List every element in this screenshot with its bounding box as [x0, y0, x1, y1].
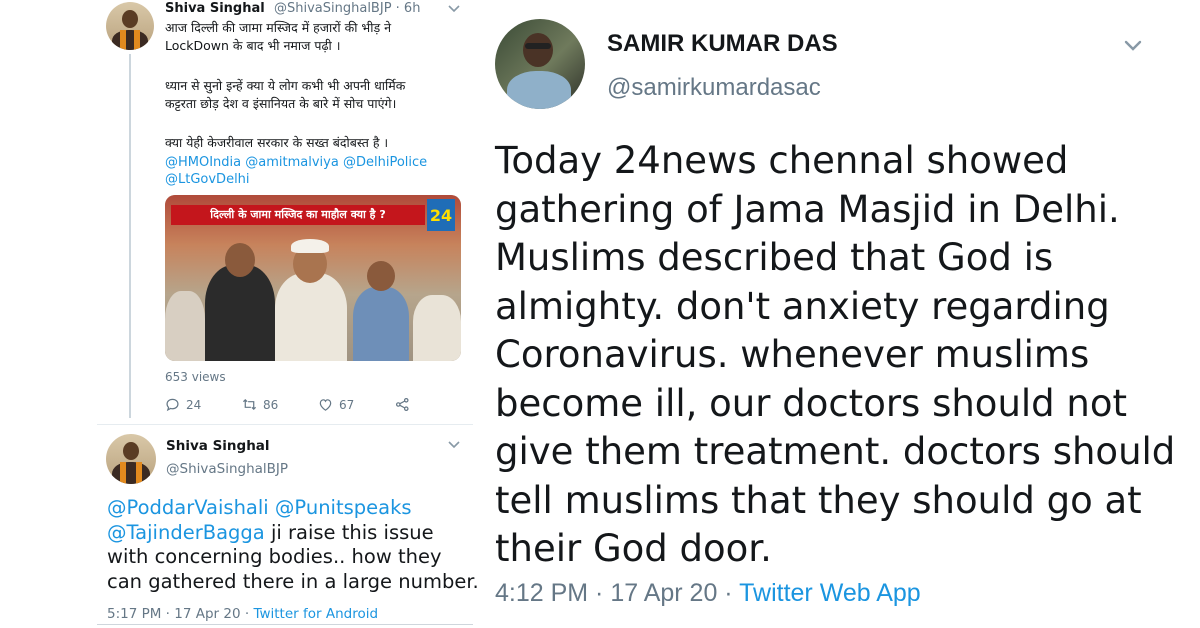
author-handle[interactable]: @samirkumardasac [607, 74, 821, 102]
reply-button[interactable]: 24 [165, 397, 201, 412]
chevron-down-icon[interactable] [1118, 30, 1148, 60]
tweet-text-line: become ill, our doctors should not [495, 381, 1128, 425]
tweet-text-line: LockDown के बाद भी नमाज पढ़ी । [165, 38, 341, 53]
share-icon [395, 397, 409, 412]
tweet-divider [97, 424, 473, 425]
avatar[interactable] [495, 19, 585, 109]
tweet-text-line: can gathered there in a large number. [107, 569, 479, 593]
author-handle[interactable]: @ShivaSinghalBJP [166, 461, 288, 477]
retweet-button[interactable]: 86 [242, 397, 278, 412]
tweet-meta: 4:12 PM · 17 Apr 20 · Twitter Web App [495, 579, 921, 608]
tweet-meta: 5:17 PM · 17 Apr 20 · Twitter for Androi… [107, 606, 378, 622]
avatar[interactable] [106, 2, 154, 50]
tweet-text-line: क्या येही केजरीवाल सरकार के सख्त बंदोबस्… [165, 135, 389, 150]
video-thumbnail[interactable]: दिल्ली के जामा मस्जिद का माहौल क्या है ?… [165, 195, 461, 361]
retweet-icon [242, 398, 257, 411]
tweet-text-line: Muslims described that God is [495, 236, 1054, 279]
view-count: 653 views [165, 370, 226, 384]
chevron-down-icon[interactable] [448, 2, 460, 16]
chevron-down-icon[interactable] [448, 438, 460, 452]
mention-link[interactable]: @HMOIndia [165, 155, 241, 170]
mentions: @HMOIndia @amitmalviya @DelhiPolice @LtG… [165, 154, 455, 188]
mention-link[interactable]: @amitmalviya [245, 155, 339, 170]
mention-link[interactable]: @LtGovDelhi [165, 172, 250, 187]
tweet-text-fragment: ji raise this issue [270, 520, 434, 544]
tweet-text: @PoddarVaishali @Punitspeaks @TajinderBa… [107, 496, 479, 594]
tweet-text-line: कट्टरता छोड़ देश व इंसानियत के बारे में … [165, 96, 397, 111]
tweet-text-line: Coronavirus. whenever muslims [495, 333, 1090, 376]
channel-logo: 24 [427, 199, 455, 231]
reply-icon [166, 398, 179, 412]
tweet-text-line: आज दिल्ली की जामा मस्जिद में हजारों की भ… [165, 20, 392, 35]
like-count: 67 [339, 397, 355, 412]
mention-link[interactable]: @TajinderBagga [107, 521, 265, 544]
tweet-text-line: give them treatment. doctors should [495, 430, 1176, 473]
tweet-text-line: Today 24news chennal showed [495, 139, 1069, 182]
tweet-source[interactable]: Twitter for Android [253, 606, 378, 622]
mention-link[interactable]: @DelhiPolice [343, 155, 427, 170]
avatar[interactable] [106, 434, 156, 484]
reply-count: 24 [186, 397, 202, 412]
tweet-timestamp[interactable]: 4:12 PM · 17 Apr 20 · [495, 579, 739, 607]
thread-connector [129, 54, 131, 418]
retweet-count: 86 [263, 397, 279, 412]
tweet-timestamp[interactable]: 5:17 PM · 17 Apr 20 · [107, 606, 253, 622]
tweet-text-line: tell muslims that they should go at [495, 478, 1142, 522]
tweet-text-line: with concerning bodies.. how they [107, 545, 442, 568]
panel-bottom-border [97, 624, 473, 625]
author-name[interactable]: Shiva Singhal [165, 1, 265, 16]
tweet-text: Today 24news chennal showed gathering of… [495, 137, 1185, 574]
mention-link[interactable]: @PoddarVaishali [107, 496, 269, 519]
tweet-text-line: their God door. [495, 527, 772, 570]
author-name[interactable]: SAMIR KUMAR DAS [607, 30, 838, 58]
tweet-text-line: almighty. don't anxiety regarding [495, 284, 1110, 328]
tweet-source[interactable]: Twitter Web App [739, 579, 921, 607]
author-handle[interactable]: @ShivaSinghalBJP · 6h [274, 1, 420, 16]
tweet-text-line: ध्यान से सुनो इन्हें क्या ये लोग कभी भी … [165, 78, 406, 93]
heart-icon [319, 399, 332, 411]
like-button[interactable]: 67 [318, 397, 354, 412]
share-button[interactable] [395, 397, 410, 412]
author-name[interactable]: Shiva Singhal [166, 438, 270, 454]
tweet-text-line: gathering of Jama Masjid in Delhi. [495, 187, 1120, 231]
mention-link[interactable]: @Punitspeaks [275, 496, 412, 519]
video-banner: दिल्ली के जामा मस्जिद का माहौल क्या है ? [171, 205, 425, 225]
